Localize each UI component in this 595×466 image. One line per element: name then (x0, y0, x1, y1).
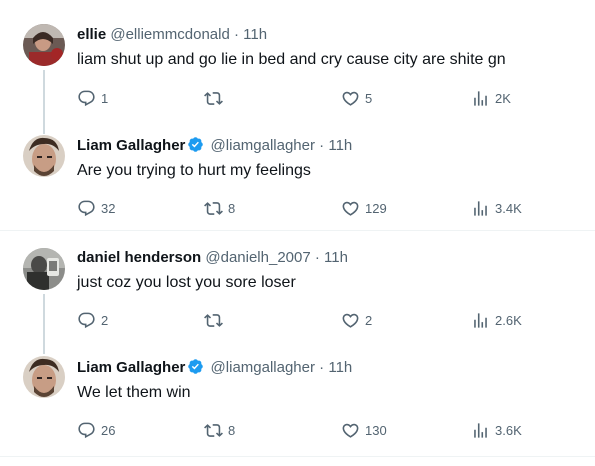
retweet-icon (204, 91, 223, 105)
retweet-count: 8 (228, 422, 236, 438)
retweet-button[interactable] (204, 88, 228, 108)
analytics-icon (474, 422, 487, 438)
retweet-icon (204, 313, 223, 327)
separator-dot: · (319, 359, 325, 376)
reply-count: 1 (101, 90, 109, 106)
tweet[interactable]: Liam Gallagher @liamgallagher · 11h We l… (0, 348, 595, 454)
timestamp[interactable]: 11h (243, 26, 267, 43)
views-button[interactable]: 3.6K (471, 420, 522, 440)
handle[interactable]: @liamgallagher (211, 137, 315, 154)
views-count: 2K (495, 90, 511, 106)
action-bar: 32 8 129 3.4K (77, 198, 547, 218)
tweet-text: Are you trying to hurt my feelings (77, 162, 311, 179)
tweet-header: Liam Gallagher @liamgallagher · 11h (77, 358, 352, 378)
analytics-icon (474, 90, 487, 106)
retweet-icon (204, 423, 223, 437)
retweet-button[interactable]: 8 (204, 198, 235, 218)
display-name[interactable]: Liam Gallagher (77, 359, 185, 376)
views-button[interactable]: 2.6K (471, 310, 522, 330)
tweet-header: daniel henderson @danielh_2007 · 11h (77, 248, 348, 268)
views-count: 3.6K (495, 422, 522, 438)
heart-icon (342, 91, 359, 106)
timestamp[interactable]: 11h (328, 359, 352, 376)
tweet-text: We let them win (77, 384, 191, 401)
analytics-icon (474, 312, 487, 328)
reply-count: 2 (101, 312, 109, 328)
thread-line (43, 70, 45, 117)
thread-line (43, 348, 45, 354)
heart-icon (342, 423, 359, 438)
verified-badge-icon (188, 359, 204, 374)
tweet[interactable]: Liam Gallagher @liamgallagher · 11h Are … (0, 117, 595, 230)
retweet-count: 8 (228, 200, 236, 216)
avatar[interactable] (23, 248, 65, 290)
like-button[interactable]: 5 (341, 88, 372, 108)
tweet-text: just coz you lost you sore loser (77, 274, 296, 291)
like-count: 5 (365, 90, 373, 106)
separator-dot: · (314, 249, 320, 266)
heart-icon (342, 313, 359, 328)
thread-line (43, 117, 45, 134)
tweet[interactable]: ellie @elliemmcdonald · 11h liam shut up… (0, 0, 595, 117)
like-button[interactable]: 2 (341, 310, 372, 330)
views-button[interactable]: 2K (471, 88, 511, 108)
display-name[interactable]: daniel henderson (77, 249, 201, 266)
separator-dot: · (319, 137, 325, 154)
display-name[interactable]: ellie (77, 26, 106, 43)
bottom-divider (0, 456, 595, 457)
retweet-button[interactable] (204, 310, 228, 330)
reply-icon (78, 200, 95, 216)
like-count: 129 (365, 200, 387, 216)
avatar[interactable] (23, 135, 65, 177)
tweet-header: Liam Gallagher @liamgallagher · 11h (77, 136, 352, 156)
timestamp[interactable]: 11h (328, 137, 352, 154)
like-count: 2 (365, 312, 373, 328)
analytics-icon (474, 200, 487, 216)
action-bar: 1 5 2K (77, 88, 547, 108)
views-count: 3.4K (495, 200, 522, 216)
reply-count: 26 (101, 422, 116, 438)
retweet-button[interactable]: 8 (204, 420, 235, 440)
views-count: 2.6K (495, 312, 522, 328)
avatar[interactable] (23, 24, 65, 66)
avatar[interactable] (23, 356, 65, 398)
reply-icon (78, 422, 95, 438)
tweet-header: ellie @elliemmcdonald · 11h (77, 25, 267, 45)
timestamp[interactable]: 11h (324, 249, 348, 266)
thread-line (43, 294, 45, 348)
handle[interactable]: @liamgallagher (211, 359, 315, 376)
reply-button[interactable]: 2 (77, 310, 108, 330)
like-button[interactable]: 129 (341, 198, 387, 218)
reply-button[interactable]: 32 (77, 198, 115, 218)
reply-icon (78, 90, 95, 106)
retweet-icon (204, 201, 223, 215)
views-button[interactable]: 3.4K (471, 198, 522, 218)
like-button[interactable]: 130 (341, 420, 387, 440)
action-bar: 26 8 130 3.6K (77, 420, 547, 440)
heart-icon (342, 201, 359, 216)
tweet-text: liam shut up and go lie in bed and cry c… (77, 51, 506, 68)
handle[interactable]: @danielh_2007 (205, 249, 310, 266)
display-name[interactable]: Liam Gallagher (77, 137, 185, 154)
reply-icon (78, 312, 95, 328)
reply-count: 32 (101, 200, 116, 216)
reply-button[interactable]: 1 (77, 88, 108, 108)
reply-button[interactable]: 26 (77, 420, 115, 440)
verified-badge-icon (188, 137, 204, 152)
action-bar: 2 2 2.6K (77, 310, 547, 330)
tweet[interactable]: daniel henderson @danielh_2007 · 11h jus… (0, 231, 595, 348)
like-count: 130 (365, 422, 387, 438)
separator-dot: · (233, 26, 239, 43)
handle[interactable]: @elliemmcdonald (110, 26, 229, 43)
